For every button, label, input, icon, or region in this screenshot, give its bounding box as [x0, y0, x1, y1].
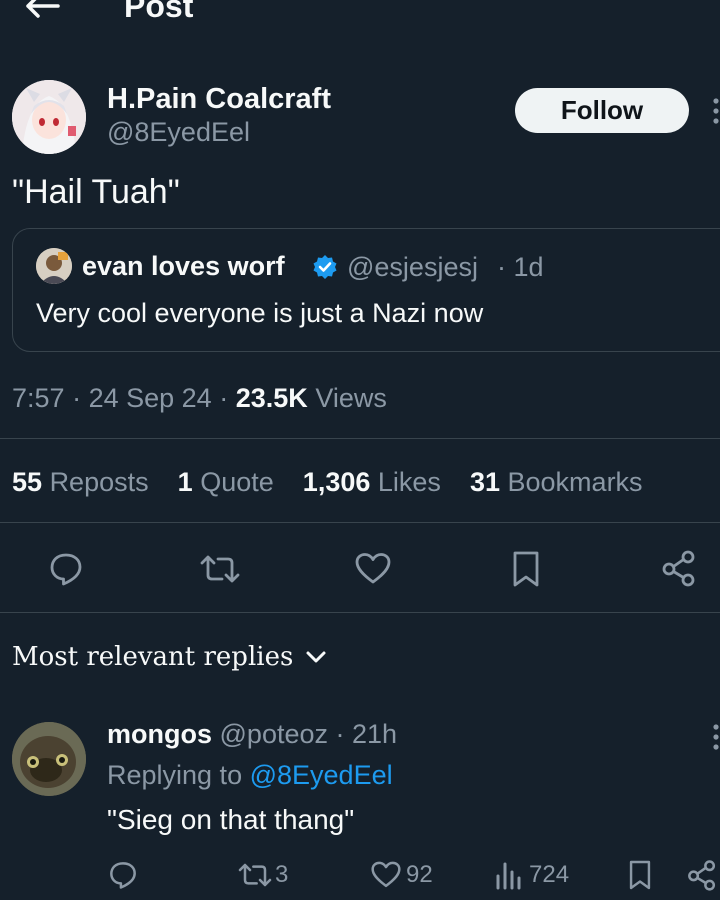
reply-icon — [110, 862, 136, 889]
bookmark-button[interactable] — [510, 550, 542, 588]
separator-dot: · — [219, 383, 229, 413]
replying-to-label: Replying to — [107, 760, 243, 790]
post-stats-row: 55 Reposts 1 Quote 1,306 Likes 31 Bookma… — [12, 466, 643, 498]
quoted-post-text: Very cool everyone is just a Nazi now — [36, 298, 484, 328]
post-timestamp-row: 7:57 · 24 Sep 24 · 23.5K Views — [12, 382, 387, 414]
reply-author-handle[interactable]: @poteoz — [220, 719, 328, 749]
reply-author-row: mongos @poteoz · 21h — [107, 717, 397, 751]
share-button[interactable] — [660, 549, 698, 587]
post-time: 7:57 — [12, 383, 65, 413]
repost-icon — [200, 555, 240, 583]
quotes-count: 1 — [177, 467, 193, 497]
divider — [0, 612, 720, 613]
reposts-stat[interactable]: 55 Reposts — [12, 467, 149, 497]
quoted-post-time: · 1d — [497, 252, 544, 282]
reply-likes-count: 92 — [406, 861, 433, 888]
reply-author-name[interactable]: mongos — [107, 719, 212, 749]
bookmark-icon — [513, 551, 539, 587]
quotes-stat[interactable]: 1 Quote — [178, 467, 274, 497]
reply-more-options-icon[interactable] — [712, 724, 720, 750]
author-name[interactable]: H.Pain Coalcraft — [107, 82, 331, 116]
heart-icon — [371, 861, 401, 888]
heart-icon — [355, 553, 391, 584]
back-arrow-icon[interactable] — [22, 0, 62, 20]
likes-label: Likes — [377, 467, 441, 497]
reply-reply-button[interactable] — [108, 860, 138, 890]
reply-text: "Sieg on that thang" — [107, 804, 355, 835]
more-options-icon[interactable] — [712, 98, 720, 124]
bar-chart-icon — [496, 862, 521, 890]
replying-to-row: Replying to @8EyedEel — [107, 758, 393, 792]
reply-icon — [50, 553, 82, 586]
replies-sort-dropdown[interactable]: Most relevant replies — [12, 640, 327, 674]
like-button[interactable] — [354, 551, 392, 587]
share-icon — [688, 860, 716, 891]
repost-icon — [238, 863, 272, 887]
separator-dot: · — [72, 383, 82, 413]
follow-button-label: Follow — [560, 95, 644, 125]
author-handle[interactable]: @8EyedEel — [107, 116, 250, 148]
reposts-label: Reposts — [49, 467, 149, 497]
page-title: Post — [124, 0, 194, 24]
bookmark-icon — [629, 860, 651, 890]
bookmarks-label: Bookmarks — [507, 467, 643, 497]
chevron-down-icon — [306, 651, 326, 663]
reply-time: · 21h — [335, 719, 398, 749]
reply-bookmark-button[interactable] — [627, 859, 653, 891]
repost-button[interactable] — [200, 551, 240, 587]
reply-reposts-count: 3 — [275, 861, 289, 888]
reply-like-button[interactable]: 92 — [370, 860, 433, 890]
verified-badge-icon — [312, 254, 338, 280]
post-text: "Hail Tuah" — [12, 173, 180, 211]
reply-author-avatar[interactable] — [12, 722, 86, 796]
bookmarks-stat[interactable]: 31 Bookmarks — [470, 467, 643, 497]
quoted-author-handle[interactable]: @esjesjesj — [347, 251, 478, 283]
reply-views-count: 724 — [529, 861, 570, 888]
bookmarks-count: 31 — [469, 467, 500, 497]
reply-share-button[interactable] — [686, 859, 718, 891]
likes-stat[interactable]: 1,306 Likes — [303, 467, 441, 497]
quotes-label: Quote — [200, 467, 274, 497]
follow-button[interactable]: Follow — [515, 88, 689, 133]
views-count: 23.5K — [235, 383, 308, 413]
views-label: Views — [315, 383, 387, 413]
divider — [0, 438, 720, 439]
replies-sort-label: Most relevant replies — [12, 642, 294, 672]
post-date: 24 Sep 24 — [88, 383, 212, 413]
reply-repost-button[interactable]: 3 — [238, 860, 288, 890]
reposts-count: 55 — [12, 467, 43, 497]
reply-views-button[interactable]: 724 — [495, 860, 569, 890]
quoted-author-avatar[interactable] — [36, 248, 72, 284]
quoted-post-card[interactable] — [12, 228, 720, 352]
quoted-author-name[interactable]: evan loves worf — [82, 250, 285, 282]
divider — [0, 522, 720, 523]
reply-button[interactable] — [48, 551, 84, 587]
author-avatar[interactable] — [12, 80, 86, 154]
share-icon — [662, 550, 695, 587]
replying-to-handle-link[interactable]: @8EyedEel — [250, 760, 393, 790]
likes-count: 1,306 — [302, 467, 371, 497]
